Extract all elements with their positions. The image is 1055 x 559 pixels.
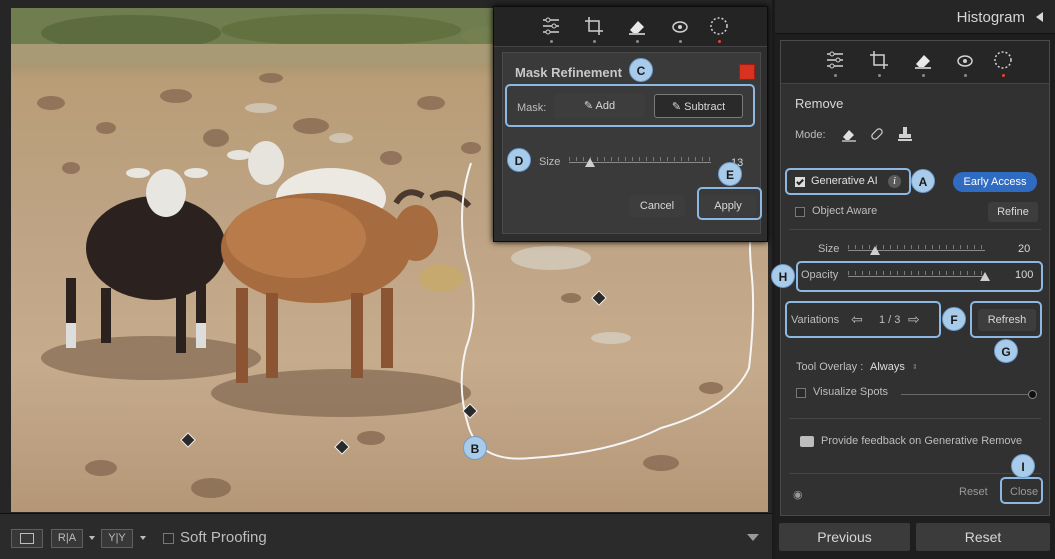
tool-dot xyxy=(878,74,881,77)
tool-dot xyxy=(679,40,682,43)
divider xyxy=(789,473,1041,474)
eraser-mode-icon[interactable] xyxy=(840,125,858,143)
early-access-badge[interactable]: Early Access xyxy=(953,172,1037,192)
before-after-tb-button[interactable]: Y|Y xyxy=(101,529,133,548)
size-label: Size xyxy=(818,243,840,255)
crop-icon[interactable] xyxy=(868,49,890,71)
mask-size-label: Size xyxy=(539,156,561,168)
loupe-view-button[interactable] xyxy=(11,529,43,548)
red-eye-icon[interactable] xyxy=(669,15,691,37)
callout-e: E xyxy=(718,162,742,186)
visualize-spots-thumb[interactable] xyxy=(1028,390,1037,399)
size-ticks xyxy=(848,245,985,249)
panel-reset-button[interactable]: Reset xyxy=(959,486,988,498)
filmstrip-toolbar: R|A Y|Y Soft Proofing xyxy=(0,513,772,559)
eraser-icon[interactable] xyxy=(626,15,648,37)
active-tool-dot xyxy=(718,40,721,43)
collapse-left-icon[interactable] xyxy=(1036,12,1043,22)
tool-dot xyxy=(636,40,639,43)
size-slider[interactable] xyxy=(848,250,985,251)
visualize-spots-label: Visualize Spots xyxy=(813,386,889,398)
opacity-highlight xyxy=(796,261,1043,292)
chevron-down-icon[interactable] xyxy=(140,536,146,540)
apply-highlight xyxy=(697,187,762,220)
edit-sliders-icon[interactable] xyxy=(824,49,846,71)
mask-size-thumb[interactable] xyxy=(585,158,596,167)
divider xyxy=(789,229,1041,230)
before-after-lr-button[interactable]: R|A xyxy=(51,529,83,548)
mask-buttons-highlight xyxy=(505,84,755,127)
callout-i: I xyxy=(1011,454,1035,478)
mask-color-swatch[interactable] xyxy=(739,64,755,80)
histogram-header[interactable]: Histogram xyxy=(775,0,1055,34)
mode-label: Mode: xyxy=(795,129,826,141)
tool-dot xyxy=(834,74,837,77)
callout-d: D xyxy=(507,148,531,172)
eraser-icon[interactable] xyxy=(912,49,934,71)
mask-refinement-title: Mask Refinement xyxy=(515,65,622,80)
tool-dot xyxy=(964,74,967,77)
masking-icon[interactable] xyxy=(708,15,730,37)
active-tool-dot xyxy=(1002,74,1005,77)
object-aware-label: Object Aware xyxy=(812,205,878,217)
refresh-highlight xyxy=(970,301,1042,338)
feedback-icon xyxy=(800,436,814,447)
crop-icon[interactable] xyxy=(583,15,605,37)
reset-button[interactable]: Reset xyxy=(916,523,1050,551)
popup-tool-strip xyxy=(494,7,767,47)
chevron-down-icon[interactable] xyxy=(89,536,95,540)
soft-proofing-label: Soft Proofing xyxy=(180,529,267,546)
tool-overlay-select[interactable]: Always xyxy=(870,361,905,373)
callout-f: F xyxy=(942,307,966,331)
previous-button[interactable]: Previous xyxy=(779,523,910,551)
feedback-link[interactable]: Provide feedback on Generative Remove xyxy=(821,435,1022,447)
toolbar-menu-icon[interactable] xyxy=(747,534,759,541)
mask-cancel-button[interactable]: Cancel xyxy=(629,195,685,217)
generative-ai-highlight xyxy=(785,168,911,195)
size-thumb[interactable] xyxy=(870,246,881,255)
masking-icon[interactable] xyxy=(992,49,1014,71)
callout-h: H xyxy=(771,264,795,288)
chevron-updown-icon[interactable]: ⇕ xyxy=(912,363,918,371)
eye-icon[interactable]: ◉ xyxy=(793,488,803,501)
object-aware-checkbox[interactable] xyxy=(795,207,805,217)
loupe-icon xyxy=(20,533,34,544)
callout-c: C xyxy=(629,58,653,82)
tool-dot xyxy=(922,74,925,77)
callout-a: A xyxy=(911,169,935,193)
remove-title: Remove xyxy=(795,96,844,111)
divider xyxy=(789,418,1041,419)
red-eye-icon[interactable] xyxy=(954,49,976,71)
visualize-spots-checkbox[interactable] xyxy=(796,388,806,398)
edit-sliders-icon[interactable] xyxy=(540,15,562,37)
soft-proofing-checkbox[interactable] xyxy=(163,533,174,544)
tool-overlay-label: Tool Overlay : xyxy=(796,361,864,373)
tool-dot xyxy=(593,40,596,43)
callout-g: G xyxy=(994,339,1018,363)
visualize-spots-slider[interactable] xyxy=(901,394,1033,395)
tool-dot xyxy=(550,40,553,43)
heal-mode-icon[interactable] xyxy=(868,125,886,143)
histogram-title: Histogram xyxy=(956,9,1025,26)
refine-button[interactable]: Refine xyxy=(988,202,1038,222)
clone-mode-icon[interactable] xyxy=(896,125,914,143)
size-value: 20 xyxy=(1018,243,1031,255)
close-highlight xyxy=(1000,477,1043,504)
black-sheep xyxy=(66,168,226,353)
variations-highlight xyxy=(785,301,941,338)
callout-b: B xyxy=(463,436,487,460)
panel-tool-strip xyxy=(781,41,1049,84)
